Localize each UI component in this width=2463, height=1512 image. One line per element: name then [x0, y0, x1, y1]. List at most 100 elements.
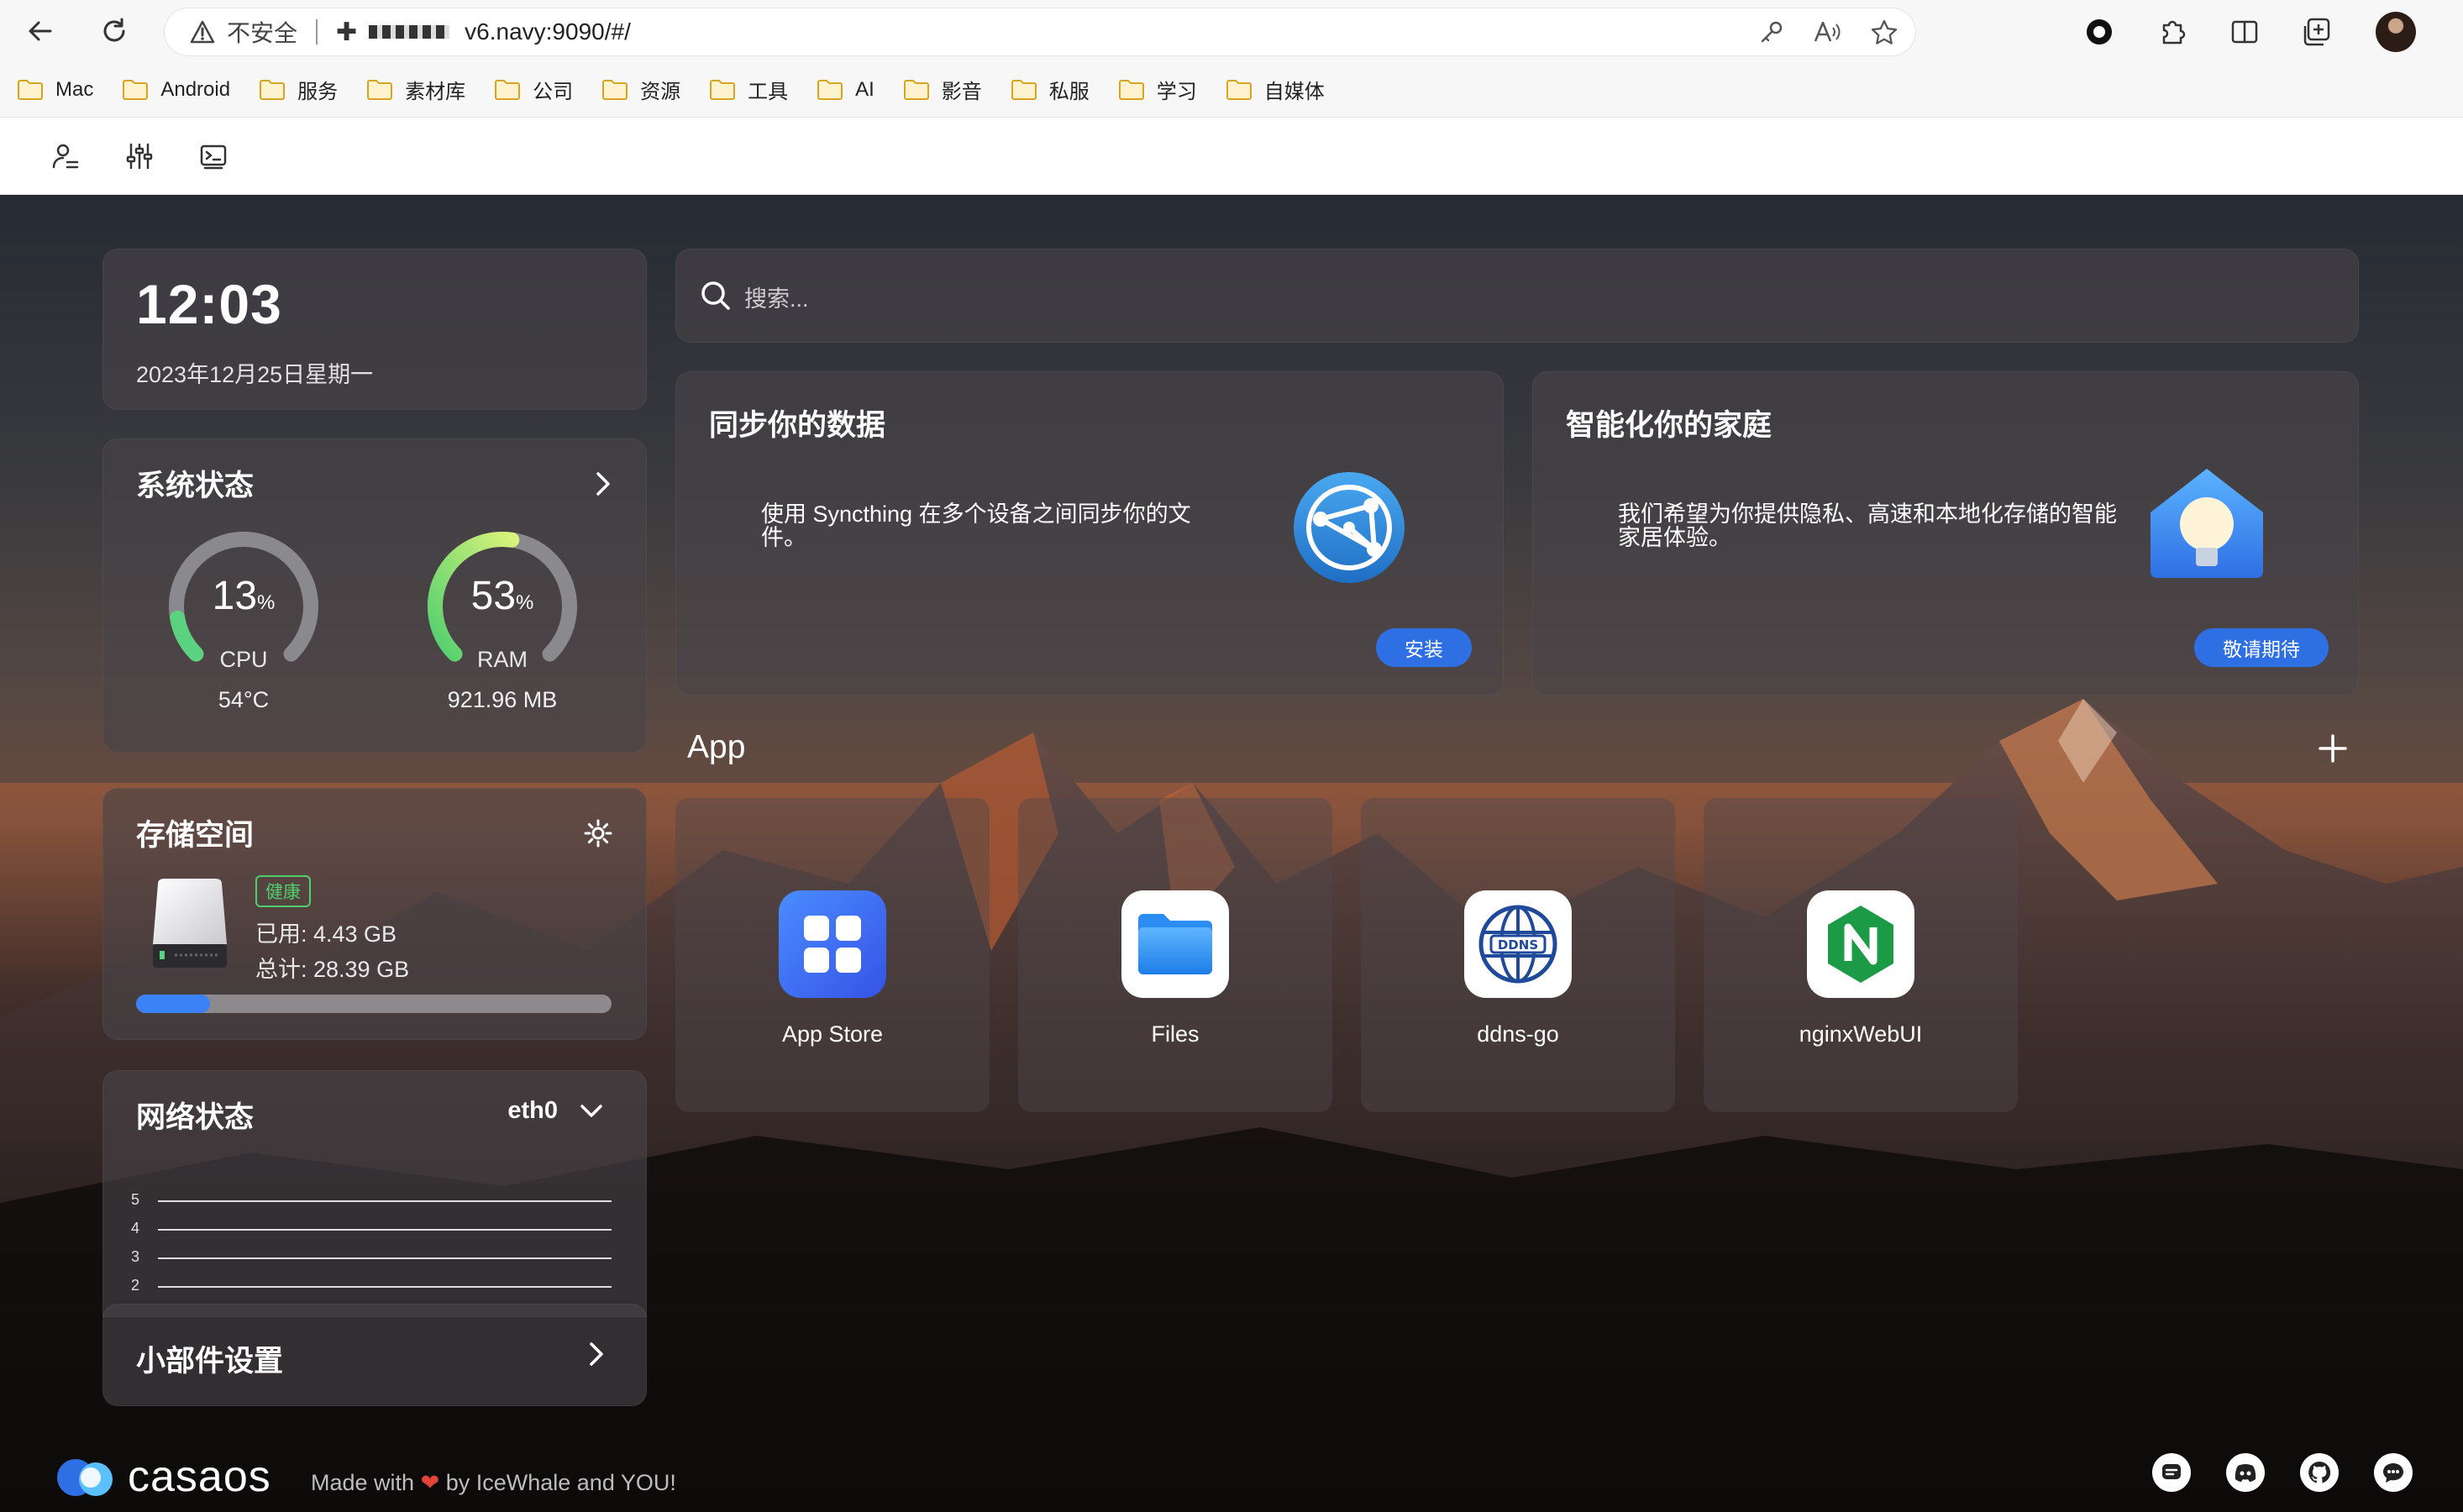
coming-soon-button[interactable]: 敬请期待 [2194, 628, 2329, 667]
bookmark-services[interactable]: 服务 [259, 75, 338, 104]
app-name: nginxWebUI [1799, 1021, 1923, 1047]
bookmark-resources[interactable]: 资源 [601, 75, 680, 104]
extension-record-icon[interactable] [2083, 16, 2115, 48]
smart-home-card-title: 智能化你的家庭 [1566, 409, 1772, 442]
sync-card-description: 使用 Syncthing 在多个设备之间同步你的文件。 [761, 501, 1191, 550]
bookmark-label: Android [160, 77, 231, 101]
address-bar[interactable]: 不安全 ✚ v6.navy:9090/#/ [165, 8, 1915, 55]
folder-icon [1121, 890, 1229, 998]
network-widget: 网络状态 eth0 5 4 3 2 [102, 1070, 647, 1317]
discord-icon[interactable] [2226, 1453, 2265, 1492]
bookmark-assets[interactable]: 素材库 [366, 75, 465, 104]
app-tile-app-store[interactable]: App Store [675, 798, 990, 1112]
account-icon[interactable] [49, 139, 82, 173]
bookmark-label: AI [855, 77, 874, 101]
browser-toolbar: 不安全 ✚ v6.navy:9090/#/ [0, 0, 2463, 62]
ram-percent: 53 [470, 574, 517, 618]
search-placeholder: 搜索... [744, 286, 809, 312]
folder-icon [903, 79, 929, 100]
folder-icon [1118, 79, 1144, 100]
cpu-label: CPU [219, 647, 268, 672]
bookmark-tools[interactable]: 工具 [709, 75, 788, 104]
feedback-icon[interactable] [2152, 1453, 2191, 1492]
bookmark-label: 私服 [1048, 81, 1090, 103]
clock-widget: 12:03 2023年12月25日星期一 [102, 249, 647, 410]
smart-home-card: 智能化你的家庭 我们希望为你提供隐私、高速和本地化存储的智能家居体验。 敬请期待 [1532, 371, 2359, 696]
app-store-icon [779, 890, 886, 998]
folder-icon [260, 79, 286, 100]
bookmark-label: 影音 [941, 81, 982, 103]
bookmark-ai[interactable]: AI [817, 78, 874, 102]
github-icon[interactable] [2300, 1453, 2339, 1492]
extensions-puzzle-icon[interactable] [2157, 17, 2187, 47]
storage-usage-bar [136, 995, 612, 1013]
storage-usage-fill [136, 995, 211, 1013]
folder-icon [817, 79, 843, 100]
bookmark-label: 资源 [640, 81, 681, 103]
chevron-right-icon[interactable] [591, 470, 615, 497]
storage-health-badge: 健康 [255, 875, 311, 907]
cpu-percent: 13 [212, 574, 258, 618]
app-name: Files [1151, 1021, 1200, 1047]
bookmark-self-media[interactable]: 自媒体 [1226, 75, 1325, 104]
app-tile-files[interactable]: Files [1018, 798, 1332, 1112]
reload-icon[interactable] [92, 9, 136, 53]
app-name: ddns-go [1477, 1021, 1559, 1047]
favorite-star-icon[interactable] [1870, 18, 1898, 45]
collections-icon[interactable] [2302, 16, 2334, 48]
back-icon[interactable] [18, 9, 62, 53]
bookmarks-bar: Mac Android 服务 素材库 公司 资源 工具 AI 影音 私服 学习 … [0, 62, 2463, 118]
folder-icon [123, 79, 149, 100]
network-gridline [158, 1200, 612, 1202]
bookmark-label: 素材库 [405, 81, 466, 103]
folder-icon [1226, 79, 1252, 100]
key-icon[interactable] [1759, 19, 1784, 45]
app-tile-ddns-go[interactable]: DDNS ddns-go [1361, 798, 1675, 1112]
install-button[interactable]: 安装 [1376, 628, 1472, 667]
url-text: v6.navy:9090/#/ [465, 18, 631, 45]
add-app-icon[interactable] [2317, 732, 2349, 764]
profile-avatar[interactable] [2376, 12, 2416, 52]
storage-widget: 存储空间 健康 已用: 4.43 GB 总计: 28.39 GB [102, 788, 647, 1040]
ram-label: RAM [477, 647, 528, 672]
casaos-top-bar [0, 118, 2463, 195]
network-tick-label: 2 [131, 1277, 140, 1294]
hard-drive-icon [153, 879, 227, 968]
ram-unit: % [516, 591, 534, 614]
bookmark-media[interactable]: 影音 [903, 75, 982, 104]
redacted-host-mark: ✚ [336, 18, 358, 46]
cpu-gauge: 13% CPU 54°C [160, 522, 328, 712]
cpu-value: 13% [160, 573, 328, 619]
bookmark-company[interactable]: 公司 [494, 75, 573, 104]
address-divider [316, 19, 318, 45]
terminal-icon[interactable] [197, 139, 230, 173]
heart-icon: ❤ [420, 1470, 440, 1495]
casaos-logo: casaos [54, 1452, 271, 1502]
clock-time: 12:03 [136, 273, 282, 335]
bookmark-private[interactable]: 私服 [1011, 75, 1090, 104]
bookmark-label: 服务 [297, 81, 339, 103]
warning-icon [190, 20, 215, 44]
storage-title: 存储空间 [136, 819, 255, 852]
widget-settings-button[interactable]: 小部件设置 [102, 1304, 647, 1406]
search-bar[interactable]: 搜索... [675, 249, 2359, 343]
network-gridline [158, 1229, 612, 1231]
bookmark-study[interactable]: 学习 [1118, 75, 1197, 104]
read-aloud-icon[interactable] [1813, 19, 1841, 45]
settings-sliders-icon[interactable] [123, 139, 156, 173]
bookmark-label: 工具 [748, 81, 789, 103]
ram-gauge: 53% RAM 921.96 MB [418, 522, 586, 712]
chat-icon[interactable] [2374, 1453, 2413, 1492]
bookmark-mac[interactable]: Mac [17, 78, 93, 102]
network-interface-select[interactable]: eth0 [507, 1097, 603, 1125]
gear-icon[interactable] [583, 818, 613, 848]
nginx-icon [1807, 890, 1914, 998]
storage-total: 总计: 28.39 GB [255, 957, 410, 982]
search-icon [701, 281, 730, 310]
split-screen-icon[interactable] [2229, 17, 2260, 47]
bookmark-label: 自媒体 [1263, 81, 1325, 103]
network-gridline [158, 1286, 612, 1288]
bookmark-android[interactable]: Android [122, 78, 230, 102]
app-tile-nginxwebui[interactable]: nginxWebUI [1704, 798, 2018, 1112]
folder-icon [18, 79, 43, 100]
